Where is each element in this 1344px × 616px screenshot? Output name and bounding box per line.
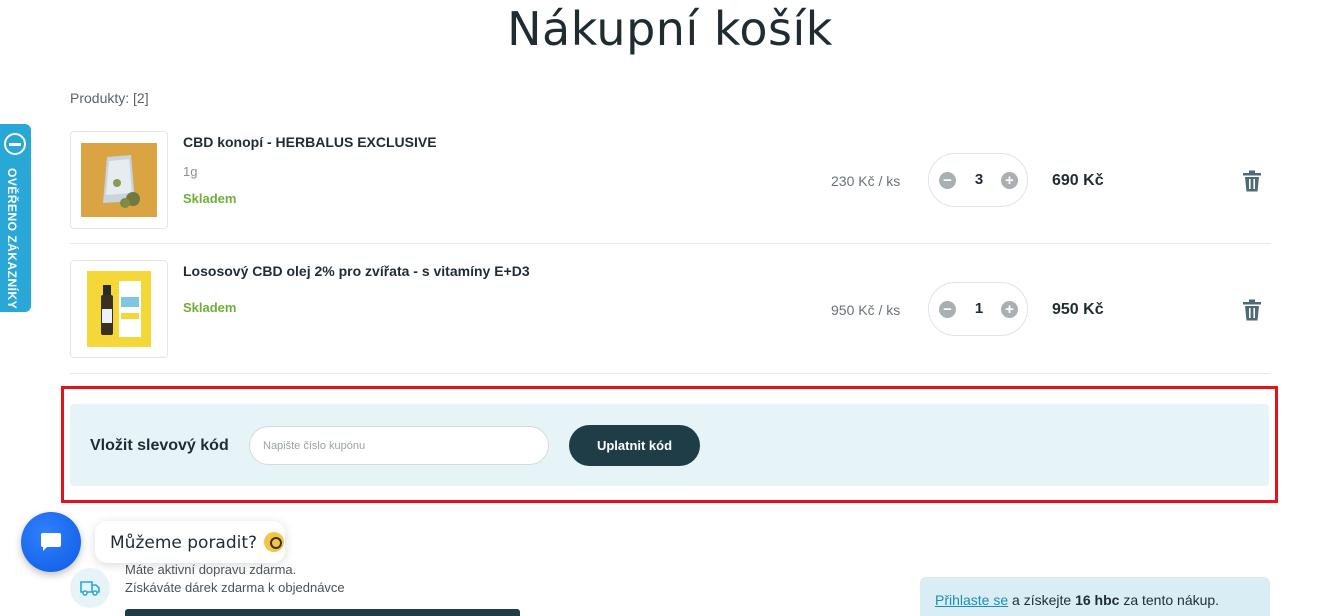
decrease-quantity-button[interactable]: − (939, 301, 956, 318)
unit-price: 230 Kč / ks (831, 173, 901, 189)
free-shipping-text: Máte aktivní dopravu zdarma. (125, 562, 297, 577)
decrease-quantity-button[interactable]: − (939, 172, 956, 189)
free-gift-text: Získáváte dárek zdarma k objednávce (125, 580, 345, 595)
line-total: 690 Kč (1052, 172, 1104, 189)
quantity-value[interactable]: 3 (959, 171, 999, 188)
trash-icon[interactable] (1242, 299, 1262, 321)
quantity-value[interactable]: 1 (959, 300, 999, 317)
chat-greeting-bubble[interactable]: Můžeme poradit? (95, 521, 285, 563)
products-count: Produkty: [2] (70, 90, 149, 106)
badge-label: OVĚŘENO ZÁKAZNÍKY (5, 168, 19, 310)
trash-icon[interactable] (1242, 170, 1262, 192)
loyalty-points: 16 hbc (1075, 592, 1120, 608)
chat-button[interactable] (21, 512, 81, 572)
seal-icon (4, 133, 26, 155)
login-link[interactable]: Přihlaste se (935, 592, 1008, 608)
login-promo: Přihlaste se a získejte 16 hbc za tento … (920, 577, 1270, 616)
product-thumbnail[interactable] (70, 131, 168, 229)
shipping-progress-bar (125, 609, 520, 616)
highlight-frame (61, 386, 1278, 503)
line-total: 950 Kč (1052, 301, 1104, 318)
cart-item-row: Lososový CBD olej 2% pro zvířata - s vit… (70, 244, 1271, 374)
monocle-emoji-icon (264, 532, 285, 552)
chat-icon (41, 533, 61, 551)
product-variant: 1g (183, 164, 198, 179)
chat-greeting-text: Můžeme poradit? (110, 533, 258, 553)
stock-status: Skladem (183, 191, 237, 206)
unit-price: 950 Kč / ks (831, 302, 901, 318)
quantity-stepper: − 1 + (928, 282, 1028, 336)
increase-quantity-button[interactable]: + (1001, 172, 1018, 189)
product-name[interactable]: CBD konopí - HERBALUS EXCLUSIVE (183, 134, 437, 150)
delivery-truck-icon (70, 568, 110, 608)
product-image-cbd-oil (87, 271, 151, 347)
cart-item-row: CBD konopí - HERBALUS EXCLUSIVE 1g Sklad… (70, 114, 1271, 244)
verified-by-customers-badge[interactable]: OVĚŘENO ZÁKAZNÍKY (0, 124, 31, 312)
promo-text: a získejte (1008, 592, 1076, 608)
quantity-stepper: − 3 + (928, 153, 1028, 207)
product-image-cbd-flower (81, 143, 157, 217)
product-thumbnail[interactable] (70, 260, 168, 358)
increase-quantity-button[interactable]: + (1001, 301, 1018, 318)
stock-status: Skladem (183, 300, 237, 315)
page-title: Nákupní košík (507, 2, 833, 56)
product-name[interactable]: Lososový CBD olej 2% pro zvířata - s vit… (183, 263, 530, 279)
promo-text-end: za tento nákup. (1119, 592, 1220, 608)
